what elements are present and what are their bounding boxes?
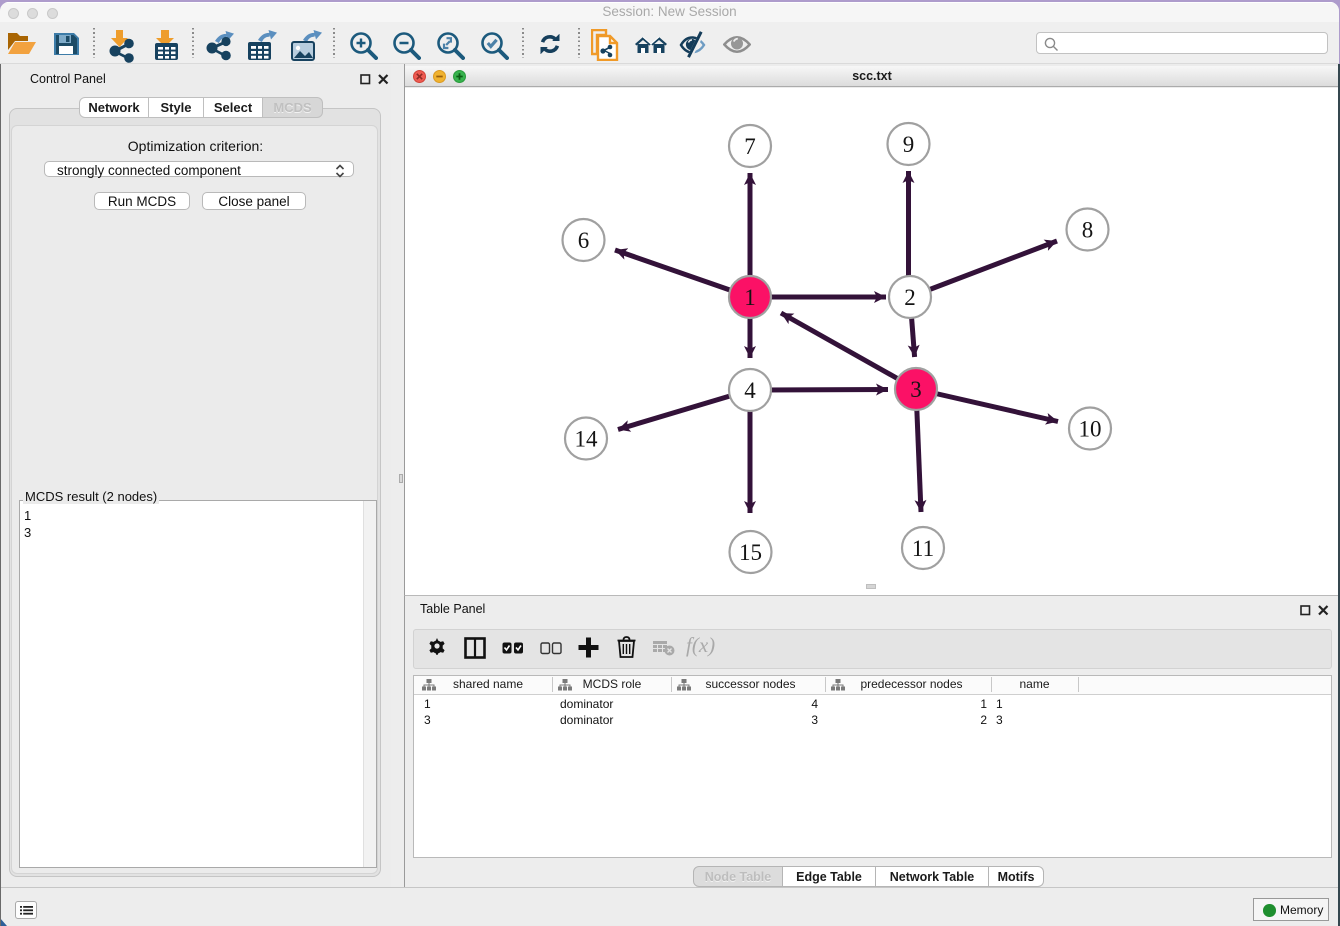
svg-text:2: 2 xyxy=(904,285,916,310)
svg-text:9: 9 xyxy=(903,132,915,157)
svg-text:7: 7 xyxy=(744,134,756,159)
svg-text:8: 8 xyxy=(1082,218,1094,243)
svg-text:6: 6 xyxy=(578,228,590,253)
svg-text:14: 14 xyxy=(575,427,599,452)
svg-text:4: 4 xyxy=(744,378,756,403)
svg-text:3: 3 xyxy=(910,377,922,402)
svg-text:11: 11 xyxy=(912,536,934,561)
svg-text:1: 1 xyxy=(744,285,756,310)
svg-text:10: 10 xyxy=(1079,417,1102,442)
svg-text:15: 15 xyxy=(739,540,762,565)
